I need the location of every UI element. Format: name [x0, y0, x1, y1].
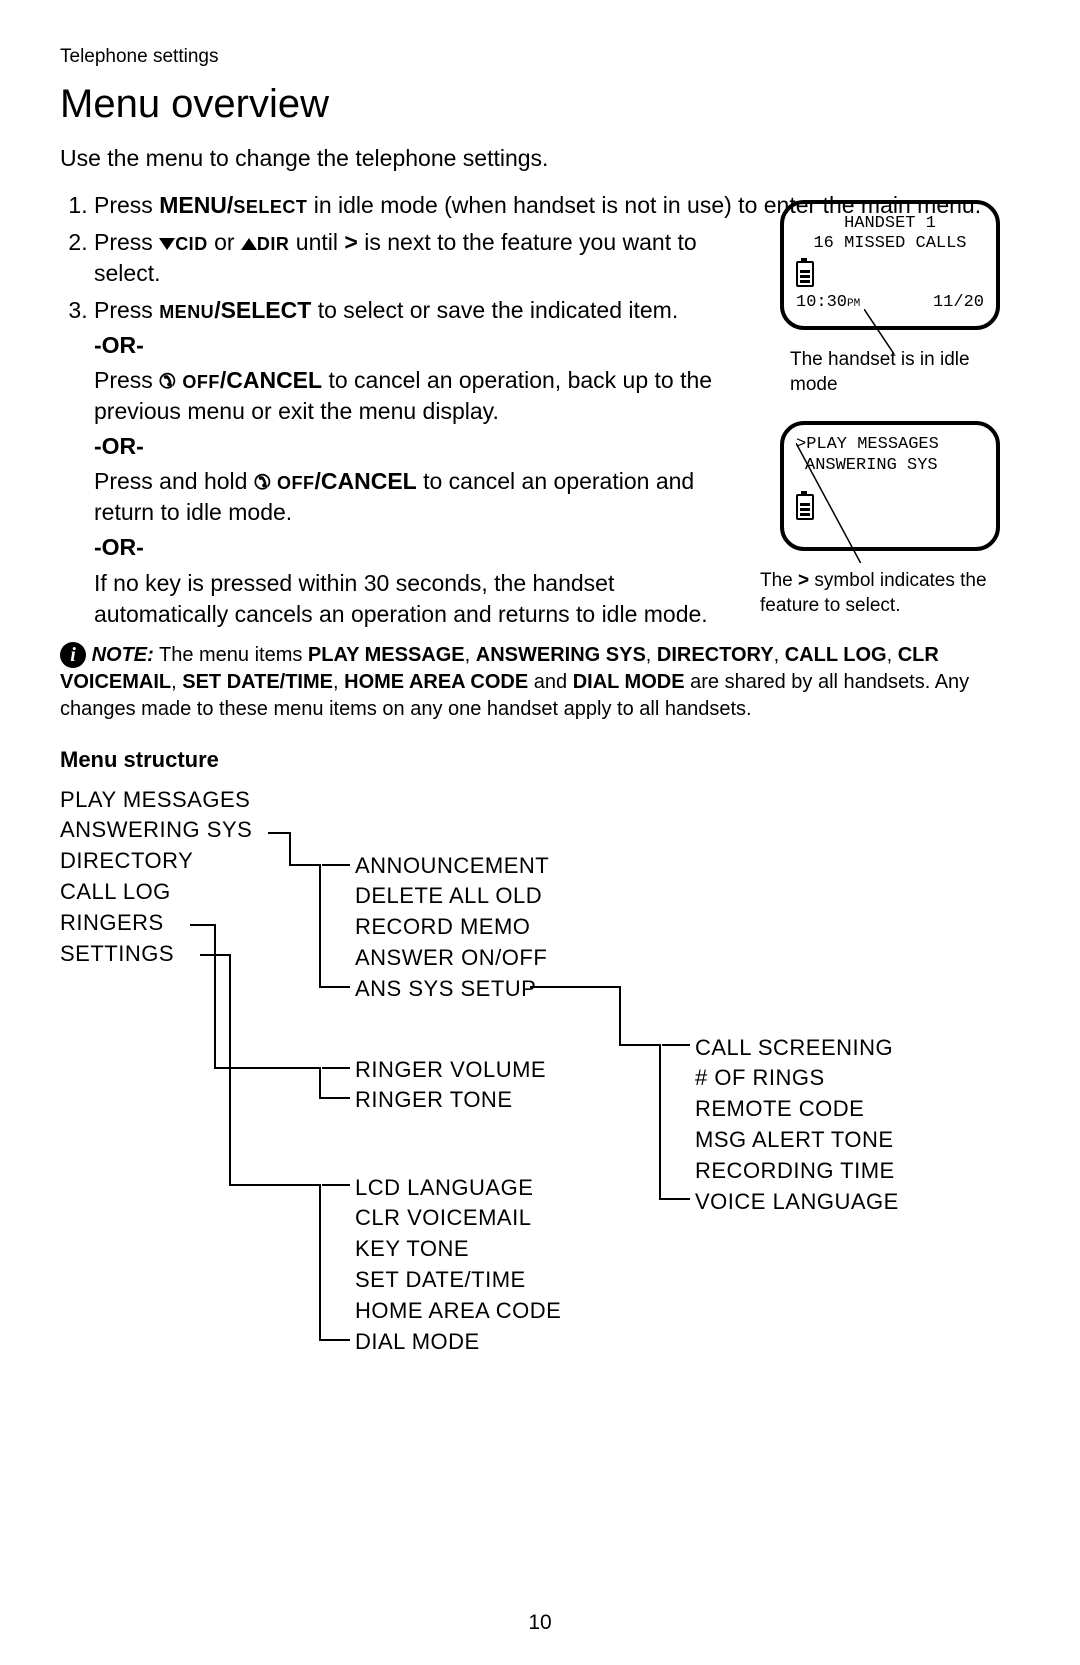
phone-icon: ✆	[254, 470, 271, 497]
screen-illustrations: HANDSET 1 16 MISSED CALLS 10:30PM 11/20 …	[760, 200, 1020, 643]
tree-col-2a: ANNOUNCEMENT DELETE ALL OLD RECORD MEMO …	[355, 851, 549, 1005]
tree-col-1: PLAY MESSAGES ANSWERING SYS DIRECTORY CA…	[60, 785, 252, 970]
menu-caption: The > symbol indicates the feature to se…	[760, 569, 1020, 618]
tree-col-2c: LCD LANGUAGE CLR VOICEMAIL KEY TONE SET …	[355, 1173, 561, 1358]
up-arrow-icon	[241, 238, 257, 250]
down-arrow-icon	[159, 238, 175, 250]
page-title: Menu overview	[60, 82, 1020, 127]
manual-page: Telephone settings Menu overview Use the…	[0, 0, 1080, 1665]
menu-tree: PLAY MESSAGES ANSWERING SYS DIRECTORY CA…	[60, 785, 1020, 1405]
tree-col-3: CALL SCREENING # OF RINGS REMOTE CODE MS…	[695, 1033, 899, 1218]
page-number: 10	[0, 1611, 1080, 1635]
section-label: Telephone settings	[60, 46, 1020, 68]
tree-col-2b: RINGER VOLUME RINGER TONE	[355, 1055, 546, 1117]
intro-text: Use the menu to change the telephone set…	[60, 145, 1020, 172]
note-block: i NOTE: The menu items PLAY MESSAGE, ANS…	[60, 642, 1020, 723]
menu-screen: >PLAY MESSAGES ANSWERING SYS	[780, 421, 1000, 551]
phone-icon: ✆	[159, 369, 176, 396]
idle-screen: HANDSET 1 16 MISSED CALLS 10:30PM 11/20	[780, 200, 1000, 330]
battery-icon	[796, 261, 814, 287]
info-icon: i	[60, 642, 86, 668]
menu-structure-heading: Menu structure	[60, 747, 1020, 773]
